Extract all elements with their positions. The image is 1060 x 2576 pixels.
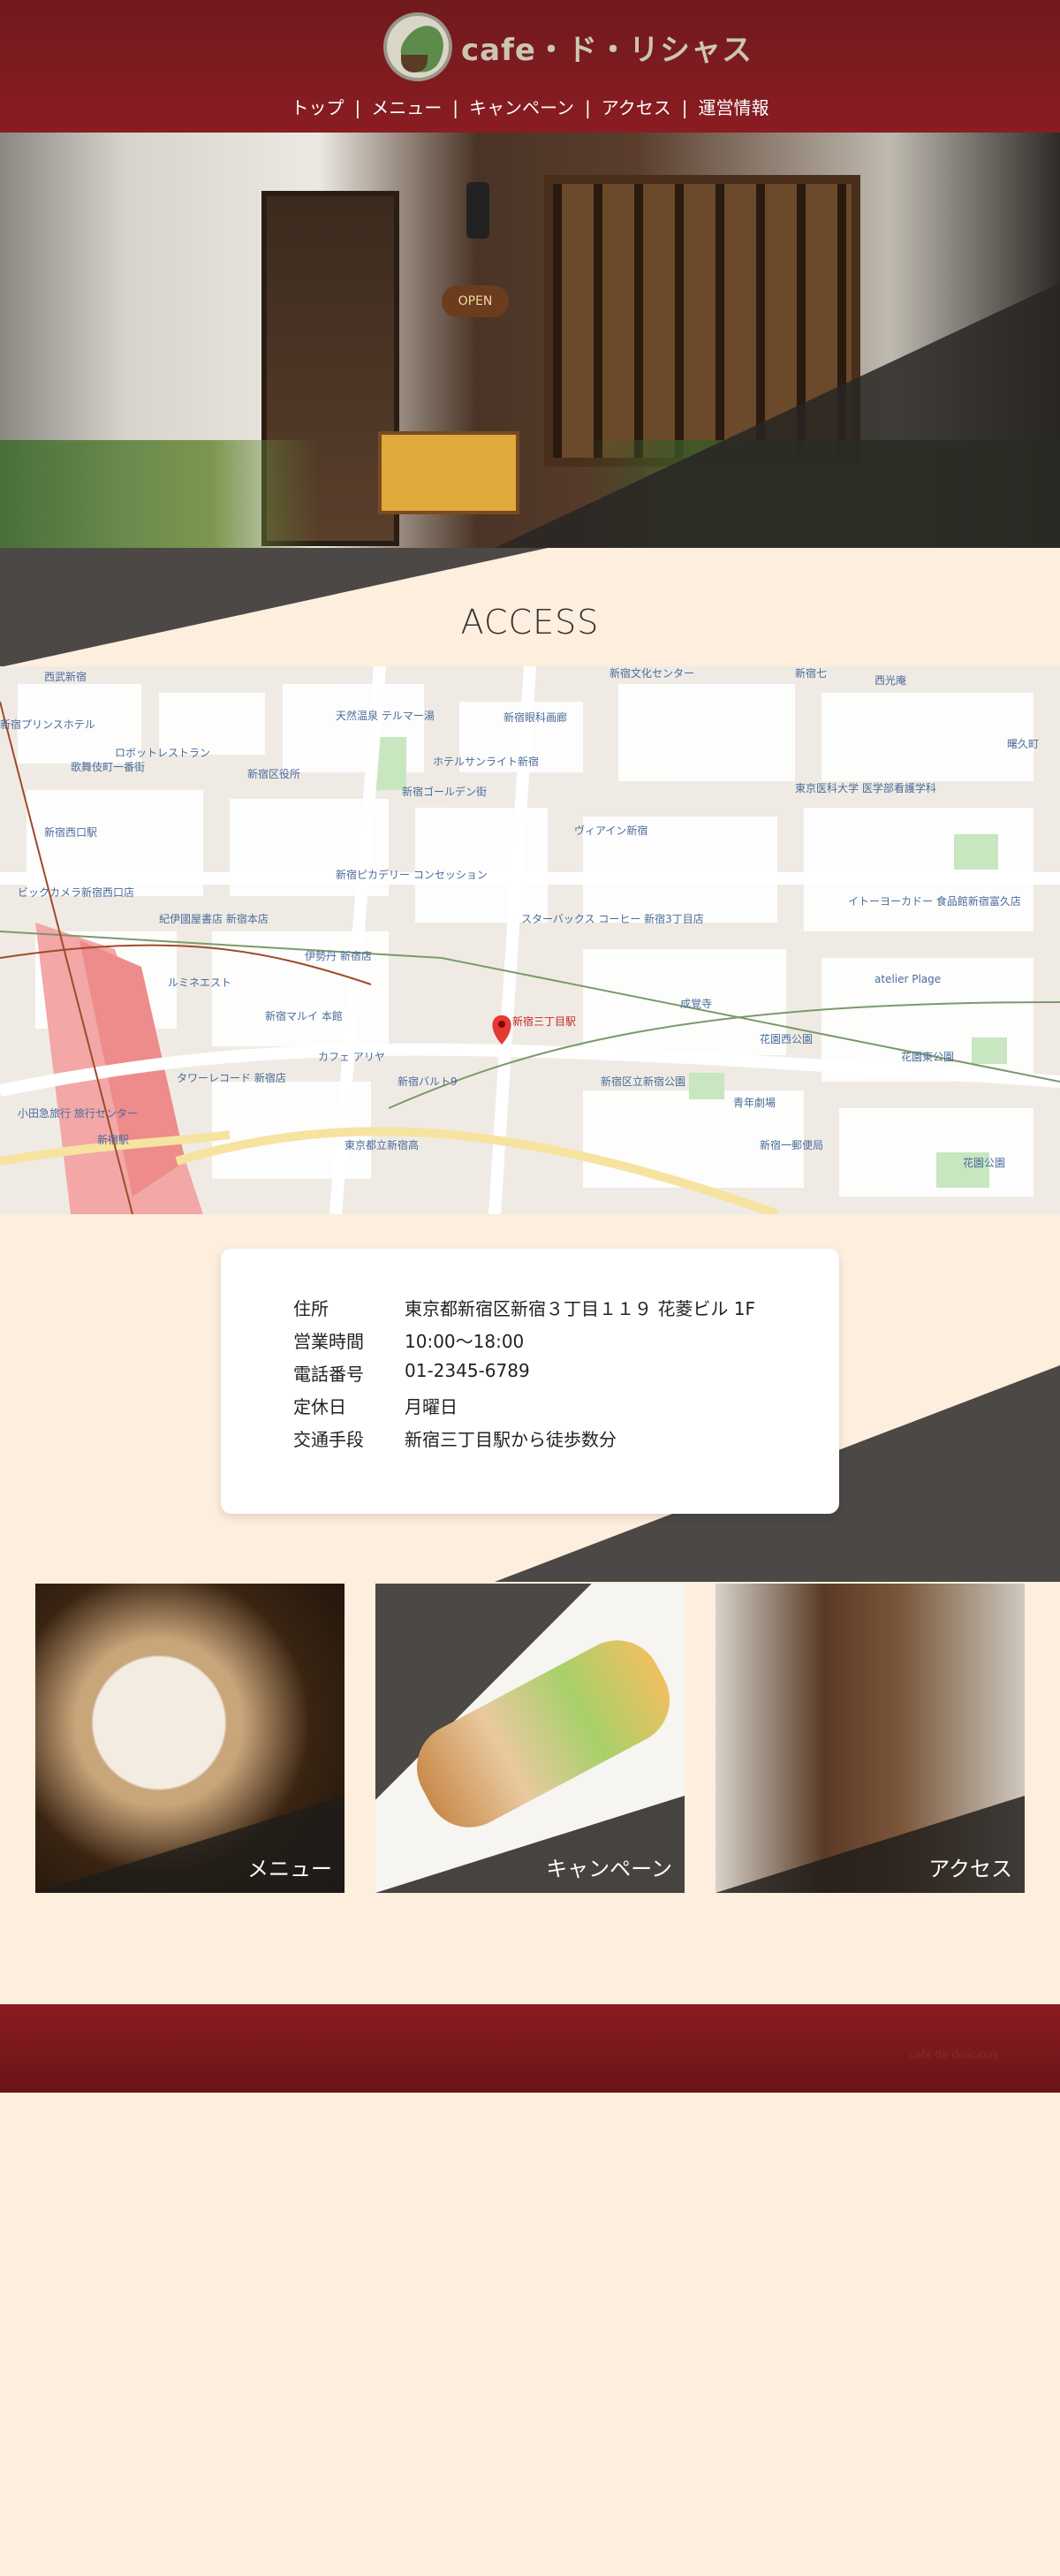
card-label: メニュー [247, 1857, 332, 1881]
map-label: 花園東公園 [901, 1050, 954, 1063]
info-row-phone: 電話番号 01-2345-6789 [293, 1360, 530, 1386]
info-value: 月曜日 [405, 1396, 458, 1417]
info-card: 住所 東京都新宿区新宿３丁目１１９ 花菱ビル 1F 営業時間 10:00〜18:… [221, 1249, 839, 1514]
card-label: アクセス [928, 1857, 1012, 1881]
card-label: キャンペーン [546, 1857, 672, 1881]
info-row-transit: 交通手段 新宿三丁目駅から徒歩数分 [293, 1425, 617, 1451]
map-label: ルミネエスト [168, 976, 231, 989]
card-access[interactable]: アクセス [716, 1584, 1025, 1893]
map-graphic: 新宿三丁目駅 西武新宿 新宿文化センター 新宿七 西光庵 新宿プリンスホテル ロ… [0, 666, 1060, 1214]
map-label: 青年劇場 [733, 1097, 776, 1109]
map-label: ロボットレストラン [115, 747, 210, 759]
map-label: 新宿プリンスホテル [0, 718, 95, 731]
map-label: atelier Plage [874, 973, 941, 985]
map-label: 花園西公園 [760, 1032, 813, 1045]
nav-separator: | [452, 97, 458, 118]
map-label: 新宿一郵便局 [760, 1138, 823, 1151]
access-title: ACCESS [460, 603, 600, 642]
site-footer: cafe de delicious [0, 2004, 1060, 2093]
hero-shadow-overlay [495, 283, 1060, 548]
map-label: 歌舞伎町一番街 [71, 760, 145, 773]
logo-text: cafe・ド・リシャス [461, 32, 753, 68]
nav-separator: | [585, 97, 591, 118]
card-menu[interactable]: メニュー [35, 1584, 344, 1893]
map-label: 天然温泉 テルマー湯 [336, 709, 435, 722]
info-value: 東京都新宿区新宿３丁目１１９ 花菱ビル 1F [405, 1298, 755, 1319]
info-value: 新宿三丁目駅から徒歩数分 [405, 1429, 617, 1450]
site-header: cafe・ド・リシャス トップ | メニュー | キャンペーン | アクセス | 運営情報 [0, 0, 1060, 133]
map-label: 新宿駅 [97, 1133, 129, 1146]
copyright-text: cafe de delicious [909, 2048, 998, 2061]
info-value: 10:00〜18:00 [405, 1331, 525, 1352]
map-label: 紀伊國屋書店 新宿本店 [159, 912, 269, 925]
map-label: ホテルサンライト新宿 [433, 755, 539, 768]
info-row-address: 住所 東京都新宿区新宿３丁目１１９ 花菱ビル 1F [293, 1295, 755, 1320]
map-label: 東京都立新宿高 [344, 1138, 419, 1151]
map-label: スターバックス コーヒー 新宿3丁目店 [521, 912, 704, 925]
map-label: 曙久町 [1007, 738, 1039, 750]
nav-company[interactable]: 運営情報 [688, 97, 780, 118]
map-label: 新宿ゴールデン街 [402, 785, 487, 798]
info-key: 電話番号 [293, 1364, 364, 1385]
map-label: ビックカメラ新宿西口店 [18, 885, 134, 899]
map-marker-label: 新宿三丁目駅 [512, 1014, 576, 1028]
map-label: 新宿文化センター [610, 666, 694, 680]
info-key: 交通手段 [293, 1429, 364, 1450]
map-label: 新宿区立新宿公園 [601, 1075, 685, 1088]
map-label: 新宿バルト9 [398, 1075, 458, 1088]
map-label: ヴィアイン新宿 [574, 824, 647, 837]
nav-campaign[interactable]: キャンペーン [458, 97, 585, 118]
map-label: 新宿七 [795, 666, 827, 680]
info-row-hours: 営業時間 10:00〜18:00 [293, 1327, 524, 1353]
info-key: 営業時間 [293, 1331, 364, 1352]
site-logo[interactable]: cafe・ド・リシャス [383, 12, 753, 81]
map-label: 伊勢丹 新宿店 [305, 949, 372, 962]
info-key: 定休日 [293, 1396, 346, 1417]
lamp-icon [466, 182, 489, 239]
map-label: 西武新宿 [44, 670, 87, 683]
map-label: 新宿眼科画廊 [504, 710, 567, 724]
map-label: 新宿西口駅 [44, 825, 97, 839]
info-row-holiday: 定休日 月曜日 [293, 1393, 458, 1418]
map-label: 新宿ピカデリー コンセッション [336, 868, 488, 881]
nav-top[interactable]: トップ [281, 97, 355, 118]
card-campaign[interactable]: キャンペーン [375, 1584, 685, 1893]
coffee-leaf-icon [383, 12, 452, 81]
nav-separator: | [681, 97, 688, 118]
map-label: 東京医科大学 医学部看護学科 [795, 781, 936, 794]
hero-photo: OPEN [0, 104, 1060, 548]
info-value: 01-2345-6789 [405, 1360, 530, 1381]
map-label: 成覚寺 [680, 998, 712, 1010]
info-key: 住所 [293, 1298, 329, 1319]
map-label: イトーヨーカドー 食品館新宿富久店 [848, 894, 1021, 908]
access-map[interactable]: 新宿三丁目駅 西武新宿 新宿文化センター 新宿七 西光庵 新宿プリンスホテル ロ… [0, 666, 1060, 1214]
nav-menu[interactable]: メニュー [360, 97, 452, 118]
map-label: 西光庵 [874, 673, 906, 687]
map-label: カフェ アリヤ [318, 1051, 385, 1063]
map-label: 小田急旅行 旅行センター [18, 1106, 138, 1120]
global-nav: トップ | メニュー | キャンペーン | アクセス | 運営情報 [0, 94, 1060, 119]
map-label: タワーレコード 新宿店 [177, 1071, 286, 1084]
map-label: 新宿マルイ 本館 [265, 1009, 343, 1022]
map-label: 花園公園 [963, 1156, 1005, 1169]
map-label: 新宿区役所 [247, 767, 300, 780]
nav-access[interactable]: アクセス [591, 97, 682, 118]
